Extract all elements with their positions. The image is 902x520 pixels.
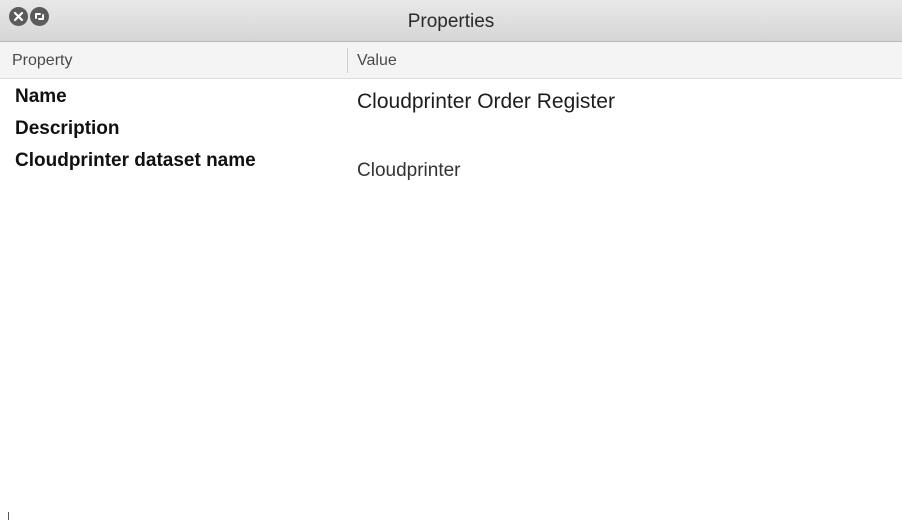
property-value[interactable]: Cloudprinter Order Register [357,90,615,114]
property-name: Name [15,86,67,107]
column-divider[interactable] [347,48,348,73]
table-row[interactable]: Name Cloudprinter Order Register [0,80,902,114]
table-header: Property Value [0,42,902,79]
column-header-property[interactable]: Property [12,52,72,70]
table-row[interactable]: Cloudprinter dataset name Cloudprinter [0,144,902,181]
properties-table: Name Cloudprinter Order Register Descrip… [0,80,902,181]
title-bar[interactable]: Properties [0,0,902,42]
window-title: Properties [407,11,495,32]
property-value[interactable]: Cloudprinter [357,160,461,182]
resize-marker [8,512,9,520]
property-name: Cloudprinter dataset name [15,150,256,171]
column-header-value[interactable]: Value [357,52,397,70]
table-row[interactable]: Description [0,112,902,144]
properties-window: Properties Property Value Name Cloudprin… [0,0,902,520]
property-name: Description [15,118,120,139]
